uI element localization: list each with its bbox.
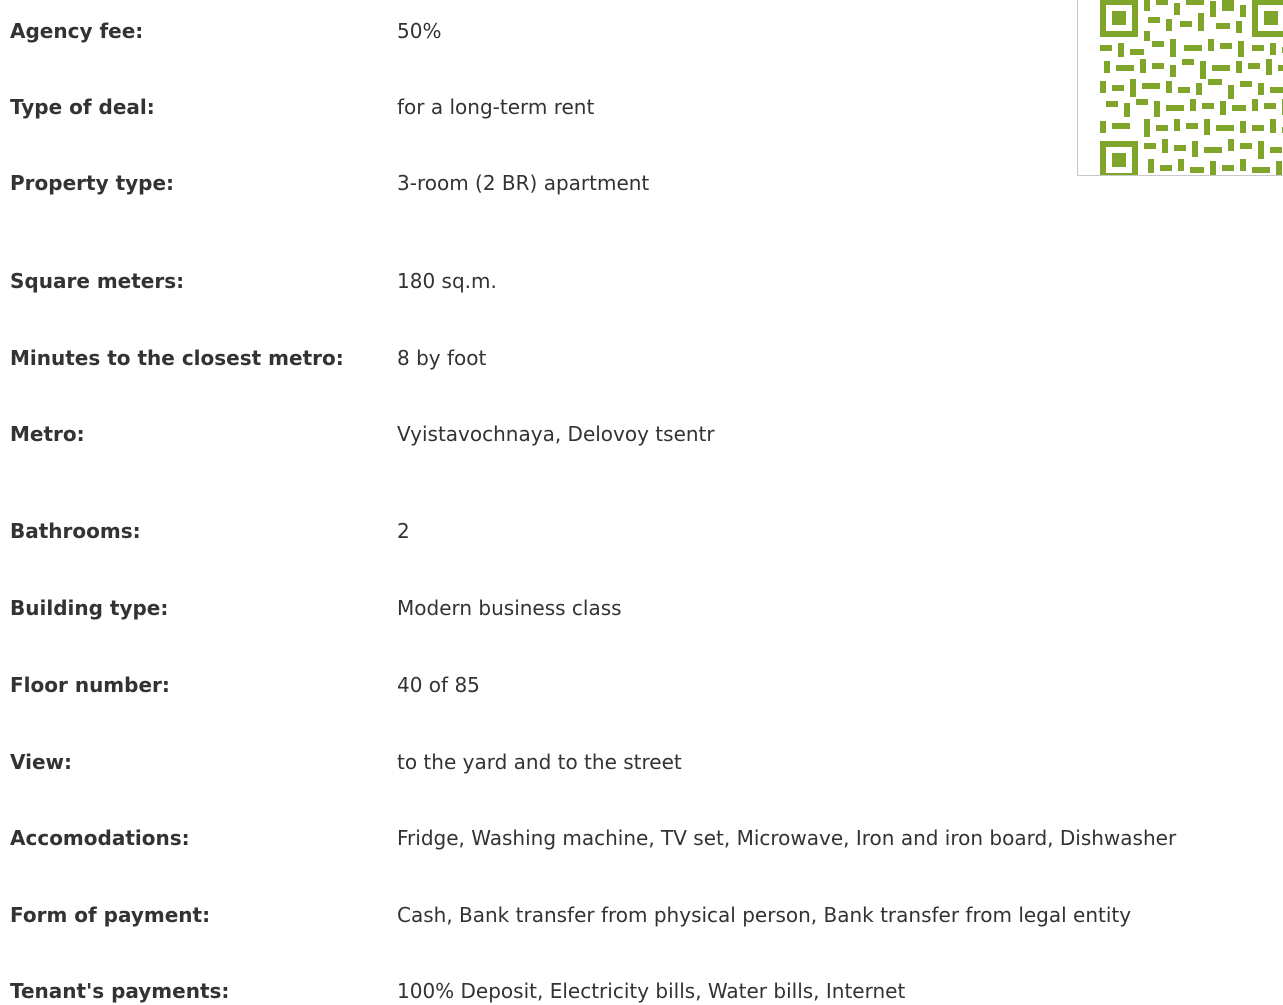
detail-row-view: View: to the yard and to the street [10,750,1283,774]
detail-row-property-type: Property type: 3-room (2 BR) apartment [10,171,1283,195]
detail-label: Bathrooms: [10,519,141,543]
detail-value: 50% [397,19,442,43]
detail-row-type-of-deal: Type of deal: for a long-term rent [10,95,1283,119]
detail-row-tenants-payments: Tenant's payments: 100% Deposit, Electri… [10,979,1283,1003]
detail-value: Cash, Bank transfer from physical person… [397,903,1132,927]
detail-label: Property type: [10,171,175,195]
detail-row-square-meters: Square meters: 180 sq.m. [10,269,1283,293]
detail-row-form-of-payment: Form of payment: Cash, Bank transfer fro… [10,903,1283,927]
detail-value: Vyistavochnaya, Delovoy tsentr [397,422,715,446]
detail-label: Tenant's payments: [10,979,230,1003]
detail-row-agency-fee: Agency fee: 50% [10,19,1283,43]
detail-row-floor-number: Floor number: 40 of 85 [10,673,1283,697]
detail-value: Fridge, Washing machine, TV set, Microwa… [397,826,1177,850]
detail-value: for a long-term rent [397,95,595,119]
detail-label: Agency fee: [10,19,144,43]
detail-label: Building type: [10,596,169,620]
detail-label: Square meters: [10,269,185,293]
detail-row-accomodations: Accomodations: Fridge, Washing machine, … [10,826,1283,850]
detail-value: 2 [397,519,410,543]
detail-value: 8 by foot [397,346,487,370]
detail-label: Accomodations: [10,826,190,850]
detail-label: Metro: [10,422,85,446]
detail-label: View: [10,750,73,774]
detail-row-metro: Metro: Vyistavochnaya, Delovoy tsentr [10,422,1283,446]
detail-value: 100% Deposit, Electricity bills, Water b… [397,979,906,1003]
detail-row-bathrooms: Bathrooms: 2 [10,519,1283,543]
detail-label: Minutes to the closest metro: [10,346,344,370]
detail-value: 40 of 85 [397,673,480,697]
detail-value: Modern business class [397,596,622,620]
detail-value: 180 sq.m. [397,269,497,293]
detail-value: to the yard and to the street [397,750,682,774]
detail-label: Floor number: [10,673,170,697]
detail-value: 3-room (2 BR) apartment [397,171,650,195]
detail-label: Form of payment: [10,903,211,927]
detail-row-building-type: Building type: Modern business class [10,596,1283,620]
detail-label: Type of deal: [10,95,155,119]
detail-row-minutes-to-metro: Minutes to the closest metro: 8 by foot [10,346,1283,370]
